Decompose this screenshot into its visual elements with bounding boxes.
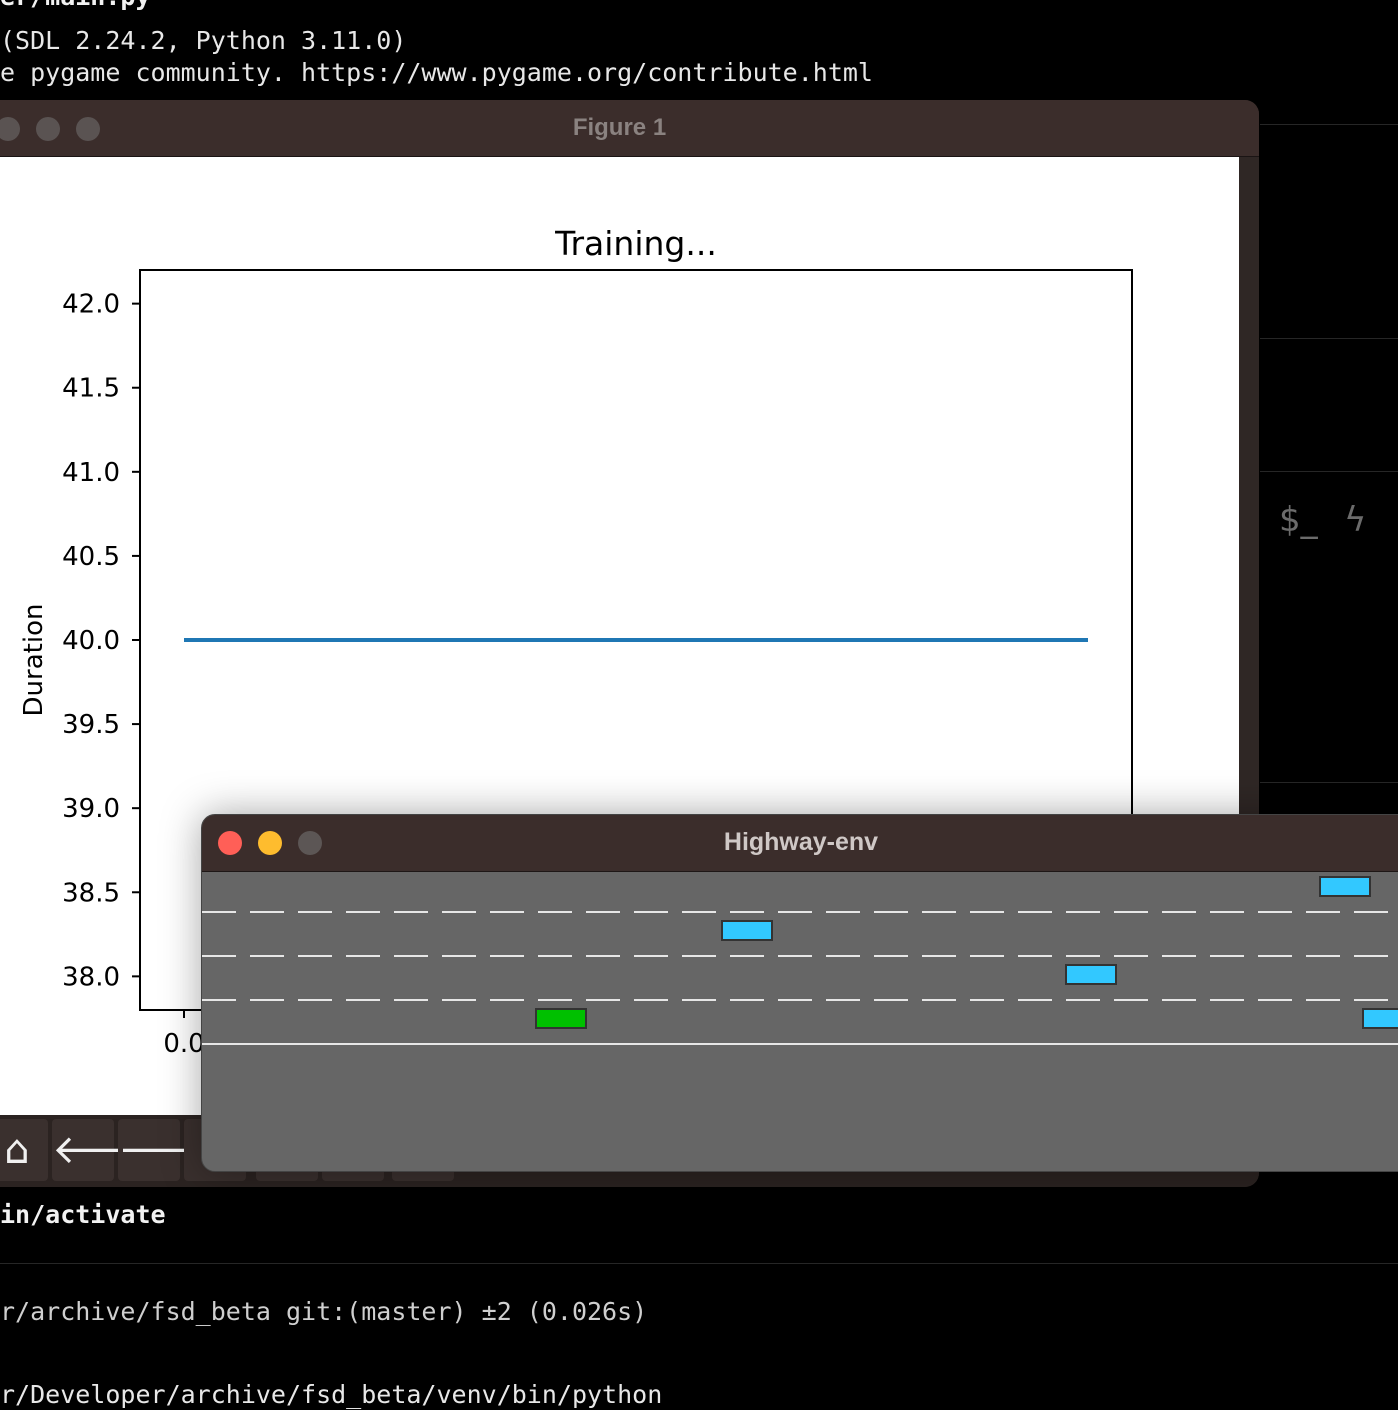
terminal-prompt-icon[interactable]: $_ — [1279, 500, 1318, 540]
terminal-divider — [1260, 124, 1398, 125]
y-tick-label: 38.0 — [62, 962, 120, 992]
terminal-line: e pygame community. https://www.pygame.o… — [0, 58, 873, 87]
forward-arrow-icon[interactable]: 🡒 — [118, 1119, 225, 1181]
terminal-line: r/archive/fsd_beta git:(master) ±2 (0.02… — [0, 1297, 648, 1326]
chart-title: Training... — [554, 224, 717, 263]
figure-titlebar[interactable]: Figure 1 — [0, 100, 1259, 157]
terminal-divider — [1260, 471, 1398, 472]
window-title: Highway-env — [723, 828, 879, 856]
y-tick-label: 41.5 — [62, 374, 120, 404]
y-tick-label: 41.0 — [62, 458, 120, 488]
home-icon[interactable]: ⌂ — [0, 1119, 48, 1181]
y-tick-label: 39.5 — [62, 710, 120, 740]
other-vehicle — [1319, 876, 1371, 897]
terminal-line: r/Developer/archive/fsd_beta/venv/bin/py… — [0, 1380, 663, 1409]
window-title: Figure 1 — [572, 114, 667, 141]
y-tick-label: 40.0 — [62, 626, 120, 656]
y-tick-label: 42.0 — [62, 290, 120, 320]
terminal-divider — [1260, 338, 1398, 339]
terminal-divider — [0, 1263, 1398, 1264]
lightning-icon[interactable]: ϟ — [1344, 500, 1366, 540]
highway-titlebar[interactable]: Highway-env — [202, 815, 1398, 872]
x-tick-label: 0.0 — [163, 1029, 204, 1059]
other-vehicle — [1065, 964, 1117, 985]
y-axis-label: Duration — [19, 604, 49, 717]
back-arrow-icon[interactable]: 🡐 — [52, 1119, 159, 1181]
highway-env-window[interactable]: Highway-env — [201, 814, 1398, 1172]
y-tick-label: 38.5 — [62, 878, 120, 908]
other-vehicle — [721, 920, 773, 941]
y-tick-label: 39.0 — [62, 794, 120, 824]
highway-road — [202, 876, 1398, 1045]
terminal-divider — [1260, 782, 1398, 783]
y-tick-label: 40.5 — [62, 542, 120, 572]
terminal-line: (SDL 2.24.2, Python 3.11.0) — [0, 26, 407, 55]
terminal-line: in/activate — [0, 1200, 166, 1229]
terminal-line: er/main.py — [0, 0, 151, 12]
ego-vehicle — [535, 1008, 587, 1029]
other-vehicle — [1362, 1008, 1398, 1029]
